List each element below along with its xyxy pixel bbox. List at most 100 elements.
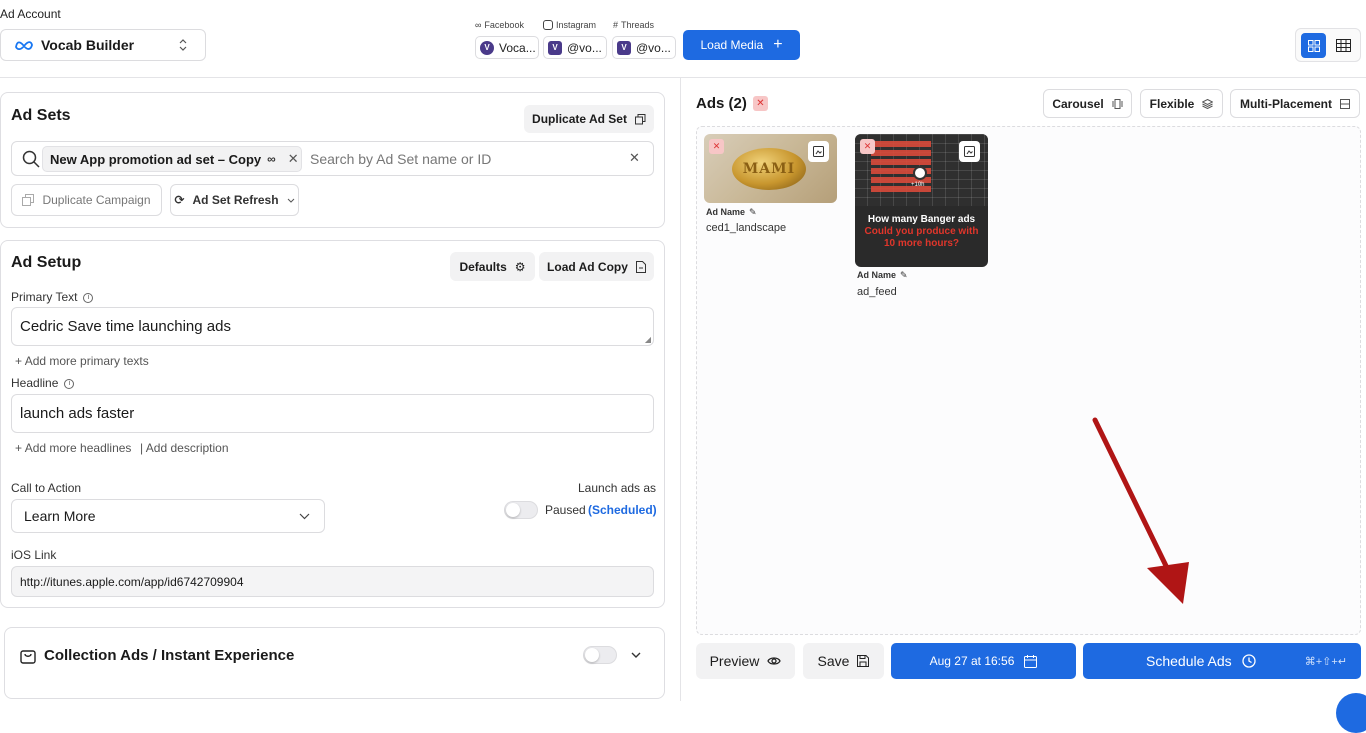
flexible-button[interactable]: Flexible xyxy=(1140,89,1223,118)
save-button[interactable]: Save xyxy=(803,643,884,679)
schedule-date-button[interactable]: Aug 27 at 16:56 xyxy=(891,643,1076,679)
edit-media-icon[interactable] xyxy=(808,141,829,162)
launch-status-toggle[interactable] xyxy=(504,501,538,519)
chevron-down-icon[interactable] xyxy=(631,652,641,658)
ios-link-label: iOS Link xyxy=(11,548,57,562)
ad-account-select[interactable]: Vocab Builder xyxy=(0,29,206,61)
facebook-account-select[interactable]: V Voca... xyxy=(475,36,539,59)
eye-icon xyxy=(767,657,782,665)
ad-sets-title: Ad Sets xyxy=(11,107,71,124)
placement-icon xyxy=(1340,98,1350,109)
ad-name-label: Ad Name ✎ xyxy=(706,207,757,218)
layers-icon xyxy=(1202,98,1214,109)
chevron-updown-icon xyxy=(179,39,187,51)
threads-account-select[interactable]: V @vo... xyxy=(612,36,676,59)
clear-ads-icon[interactable]: ✕ xyxy=(753,96,768,111)
keyboard-shortcut: ⌘+⇧+↵ xyxy=(1304,655,1347,668)
ads-title: Ads (2) xyxy=(696,95,747,112)
account-avatar: V xyxy=(548,40,562,55)
account-avatar: V xyxy=(480,40,494,55)
schedule-ads-button[interactable]: Schedule Ads ⌘+⇧+↵ xyxy=(1083,643,1361,679)
save-icon xyxy=(857,655,870,667)
meta-small-icon: ∞ xyxy=(475,20,482,30)
clear-search-icon[interactable]: ✕ xyxy=(629,150,640,166)
grid-icon xyxy=(1307,39,1320,52)
threads-icon: # xyxy=(613,20,619,30)
pencil-icon[interactable]: ✎ xyxy=(749,207,757,218)
primary-text-label: Primary Text i xyxy=(11,290,94,304)
resize-handle-icon[interactable]: ◢ xyxy=(645,335,651,344)
defaults-button[interactable]: Defaults ⚙ xyxy=(450,252,535,281)
chevron-down-icon xyxy=(299,513,310,520)
account-avatar: V xyxy=(617,40,631,55)
table-icon xyxy=(1336,39,1351,52)
ad-name: ced1_landscape xyxy=(706,222,787,234)
add-primary-texts-link[interactable]: + Add more primary texts xyxy=(15,354,149,368)
duplicate-ad-set-button[interactable]: Duplicate Ad Set xyxy=(524,105,654,133)
chat-widget-button[interactable] xyxy=(1336,693,1366,733)
scheduled-link[interactable]: (Scheduled) xyxy=(588,503,657,517)
search-placeholder: Search by Ad Set name or ID xyxy=(310,151,492,167)
table-view-button[interactable] xyxy=(1331,33,1356,58)
preview-button[interactable]: Preview xyxy=(696,643,795,679)
instagram-account-select[interactable]: V @vo... xyxy=(543,36,607,59)
ad-account-value: Vocab Builder xyxy=(41,37,135,53)
add-description-link[interactable]: | Add description xyxy=(140,441,229,455)
clock-icon xyxy=(913,166,927,180)
plus-icon: + xyxy=(773,36,783,53)
shopping-bag-icon xyxy=(20,650,36,664)
instagram-icon xyxy=(543,20,553,30)
carousel-icon xyxy=(1112,98,1123,109)
ios-link-input[interactable]: http://itunes.apple.com/app/id6742709904 xyxy=(11,566,654,597)
header-divider xyxy=(0,77,1366,78)
duplicate-campaign-button[interactable]: Duplicate Campaign xyxy=(11,184,162,216)
ad-set-refresh-dropdown[interactable]: ⟳ Ad Set Refresh xyxy=(170,184,299,216)
gear-icon: ⚙ xyxy=(514,259,526,274)
ad-thumb-text: How many Banger ads Could you produce wi… xyxy=(864,214,979,249)
annotation-arrow xyxy=(1092,417,1189,604)
carousel-button[interactable]: Carousel xyxy=(1043,89,1132,118)
clock-icon xyxy=(1241,654,1256,668)
vertical-divider xyxy=(680,77,681,701)
pencil-icon[interactable]: ✎ xyxy=(900,270,908,281)
collection-ads-title: Collection Ads / Instant Experience xyxy=(44,647,295,664)
paused-label: Paused xyxy=(545,503,586,517)
info-icon: i xyxy=(83,292,94,303)
cta-label: Call to Action xyxy=(11,481,82,495)
primary-text-input[interactable]: Cedric Save time launching ads ◢ xyxy=(11,307,654,346)
ad-account-label: Ad Account xyxy=(0,7,61,21)
meta-small-icon: ∞ xyxy=(267,152,276,166)
ad-setup-title: Ad Setup xyxy=(11,254,82,271)
info-icon: i xyxy=(64,378,75,389)
social-label-instagram: Instagram xyxy=(543,20,596,30)
plus-icon: + xyxy=(15,354,23,368)
load-ad-copy-button[interactable]: Load Ad Copy xyxy=(539,252,654,281)
load-media-button[interactable]: Load Media + xyxy=(683,30,800,60)
grid-view-button[interactable] xyxy=(1301,33,1326,58)
selected-ad-set-chip[interactable]: New App promotion ad set – Copy ∞ ✕ xyxy=(42,146,302,172)
ad-name: ad_feed xyxy=(857,286,897,298)
ad-name-label: Ad Name ✎ xyxy=(857,270,908,281)
calendar-icon xyxy=(1024,654,1038,668)
plus-icon: + xyxy=(15,441,23,455)
launch-ads-as-label: Launch ads as xyxy=(578,481,657,495)
cta-select[interactable]: Learn More xyxy=(11,499,325,533)
copy-icon xyxy=(634,113,646,124)
copy-icon xyxy=(22,194,35,206)
document-icon xyxy=(635,260,646,273)
meta-logo-icon xyxy=(15,40,33,50)
multi-placement-button[interactable]: Multi-Placement xyxy=(1230,89,1360,118)
remove-ad-icon[interactable]: ✕ xyxy=(860,139,875,154)
search-icon xyxy=(22,150,40,168)
chevron-down-icon xyxy=(287,198,294,203)
edit-media-icon[interactable] xyxy=(959,141,980,162)
add-headlines-link[interactable]: + Add more headlines xyxy=(15,441,131,455)
remove-chip-icon[interactable]: ✕ xyxy=(288,151,299,167)
collection-ads-toggle[interactable] xyxy=(583,646,617,664)
ring-graphic: MAMI xyxy=(732,148,806,190)
refresh-icon: ⟳ xyxy=(174,193,185,207)
headline-input[interactable]: launch ads faster xyxy=(11,394,654,433)
social-label-threads: # Threads xyxy=(613,20,655,30)
remove-ad-icon[interactable]: ✕ xyxy=(709,139,724,154)
headline-label: Headline i xyxy=(11,376,75,390)
